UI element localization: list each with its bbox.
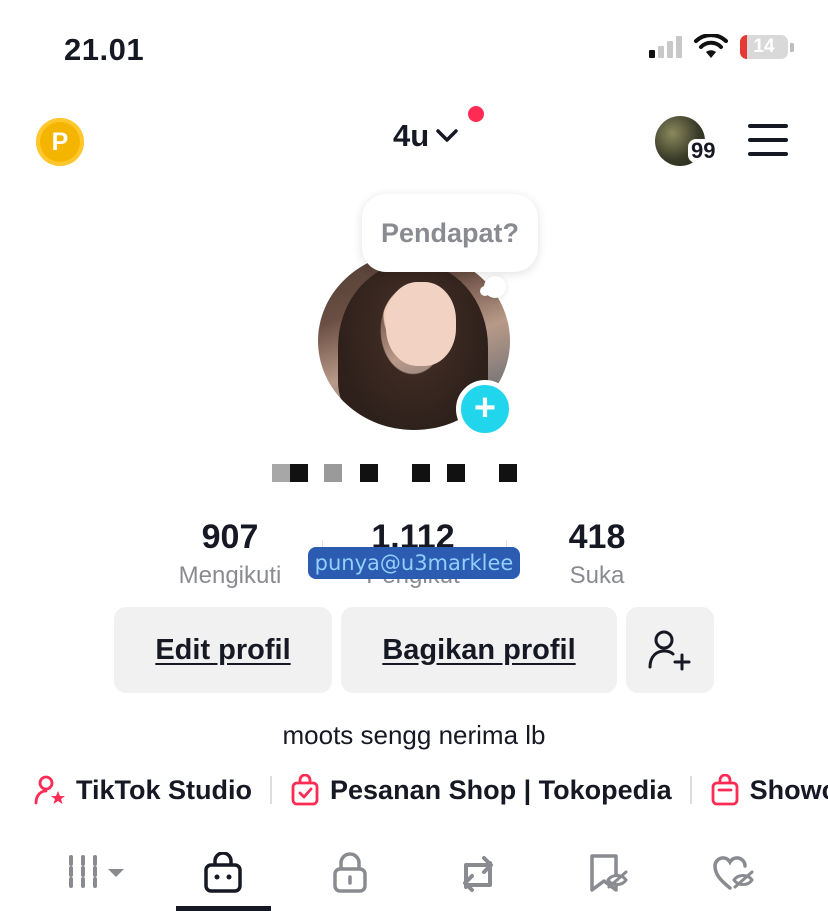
link-showcase[interactable]: Showc: [710, 774, 828, 806]
stat-label: Suka: [569, 562, 625, 589]
bookmark-hidden-icon: [590, 854, 628, 892]
coins-button[interactable]: P: [36, 118, 84, 166]
hamburger-menu-icon[interactable]: [748, 124, 788, 156]
stat-following[interactable]: 907 Mengikuti: [150, 518, 310, 590]
link-shop-orders[interactable]: Pesanan Shop | Tokopedia: [290, 774, 672, 806]
status-icons: 14: [649, 34, 794, 60]
chevron-down-icon: [436, 129, 458, 142]
link-label: Pesanan Shop | Tokopedia: [330, 774, 672, 805]
cellular-signal-icon: [649, 36, 682, 58]
edit-profile-button[interactable]: Edit profil: [114, 607, 332, 693]
tab-videos-grid[interactable]: [58, 848, 138, 898]
share-profile-button[interactable]: Bagikan profil: [341, 607, 617, 693]
tab-favorites[interactable]: [568, 848, 648, 898]
add-story-button[interactable]: +: [456, 380, 514, 438]
link-tiktok-studio[interactable]: TikTok Studio: [34, 774, 252, 806]
stat-label: Mengikuti: [178, 562, 282, 589]
overlay-tag-text: punya@u3marklee: [314, 551, 514, 575]
overlay-watermark-tag: punya@u3marklee: [308, 547, 520, 579]
shopping-bag-check-icon: [291, 774, 319, 806]
liked-hidden-icon: [713, 856, 754, 890]
notification-dot: [468, 106, 484, 122]
link-label: TikTok Studio: [76, 774, 253, 805]
link-divider: [689, 776, 692, 804]
user-star-icon: [34, 775, 65, 805]
tab-reposts[interactable]: [438, 848, 518, 898]
profile-links-row: TikTok Studio Pesanan Shop | Tokopedia S…: [34, 770, 828, 810]
grid-icon: [69, 855, 124, 891]
plus-icon: +: [473, 386, 497, 429]
link-label: Showc: [749, 774, 828, 805]
tab-private[interactable]: [310, 848, 390, 898]
add-friend-button[interactable]: [626, 607, 714, 693]
battery-cap: [790, 42, 794, 52]
coin-letter: P: [51, 127, 69, 156]
stat-value: 907: [201, 518, 259, 556]
opinion-bubble-text: Pendapat?: [380, 217, 520, 248]
add-user-icon: [648, 630, 691, 671]
tab-shop[interactable]: [183, 848, 263, 898]
repost-icon: [463, 856, 493, 892]
profile-bio: moots sengg nerima lb: [282, 720, 546, 750]
story-count-badge: 99: [688, 139, 719, 163]
shop-bag-icon: [204, 852, 242, 893]
account-name: 4u: [393, 118, 430, 153]
tab-liked[interactable]: [694, 848, 774, 898]
opinion-bubble[interactable]: Pendapat?: [362, 194, 538, 272]
shopping-bag-icon: [711, 774, 739, 806]
share-profile-label: Bagikan profil: [382, 633, 576, 666]
link-divider: [270, 776, 273, 804]
edit-profile-label: Edit profil: [155, 633, 291, 666]
battery-level: 14: [753, 36, 775, 57]
stat-likes[interactable]: 418 Suka: [517, 518, 677, 590]
account-switcher[interactable]: 4u: [393, 118, 459, 154]
active-tab-indicator: [176, 906, 271, 911]
lock-icon: [333, 852, 367, 893]
battery-indicator: 14: [740, 35, 788, 59]
stat-value: 418: [568, 518, 626, 556]
wifi-icon: [694, 34, 728, 58]
bubble-tail-dot-small: [480, 286, 490, 296]
status-time: 21.01: [64, 32, 145, 67]
